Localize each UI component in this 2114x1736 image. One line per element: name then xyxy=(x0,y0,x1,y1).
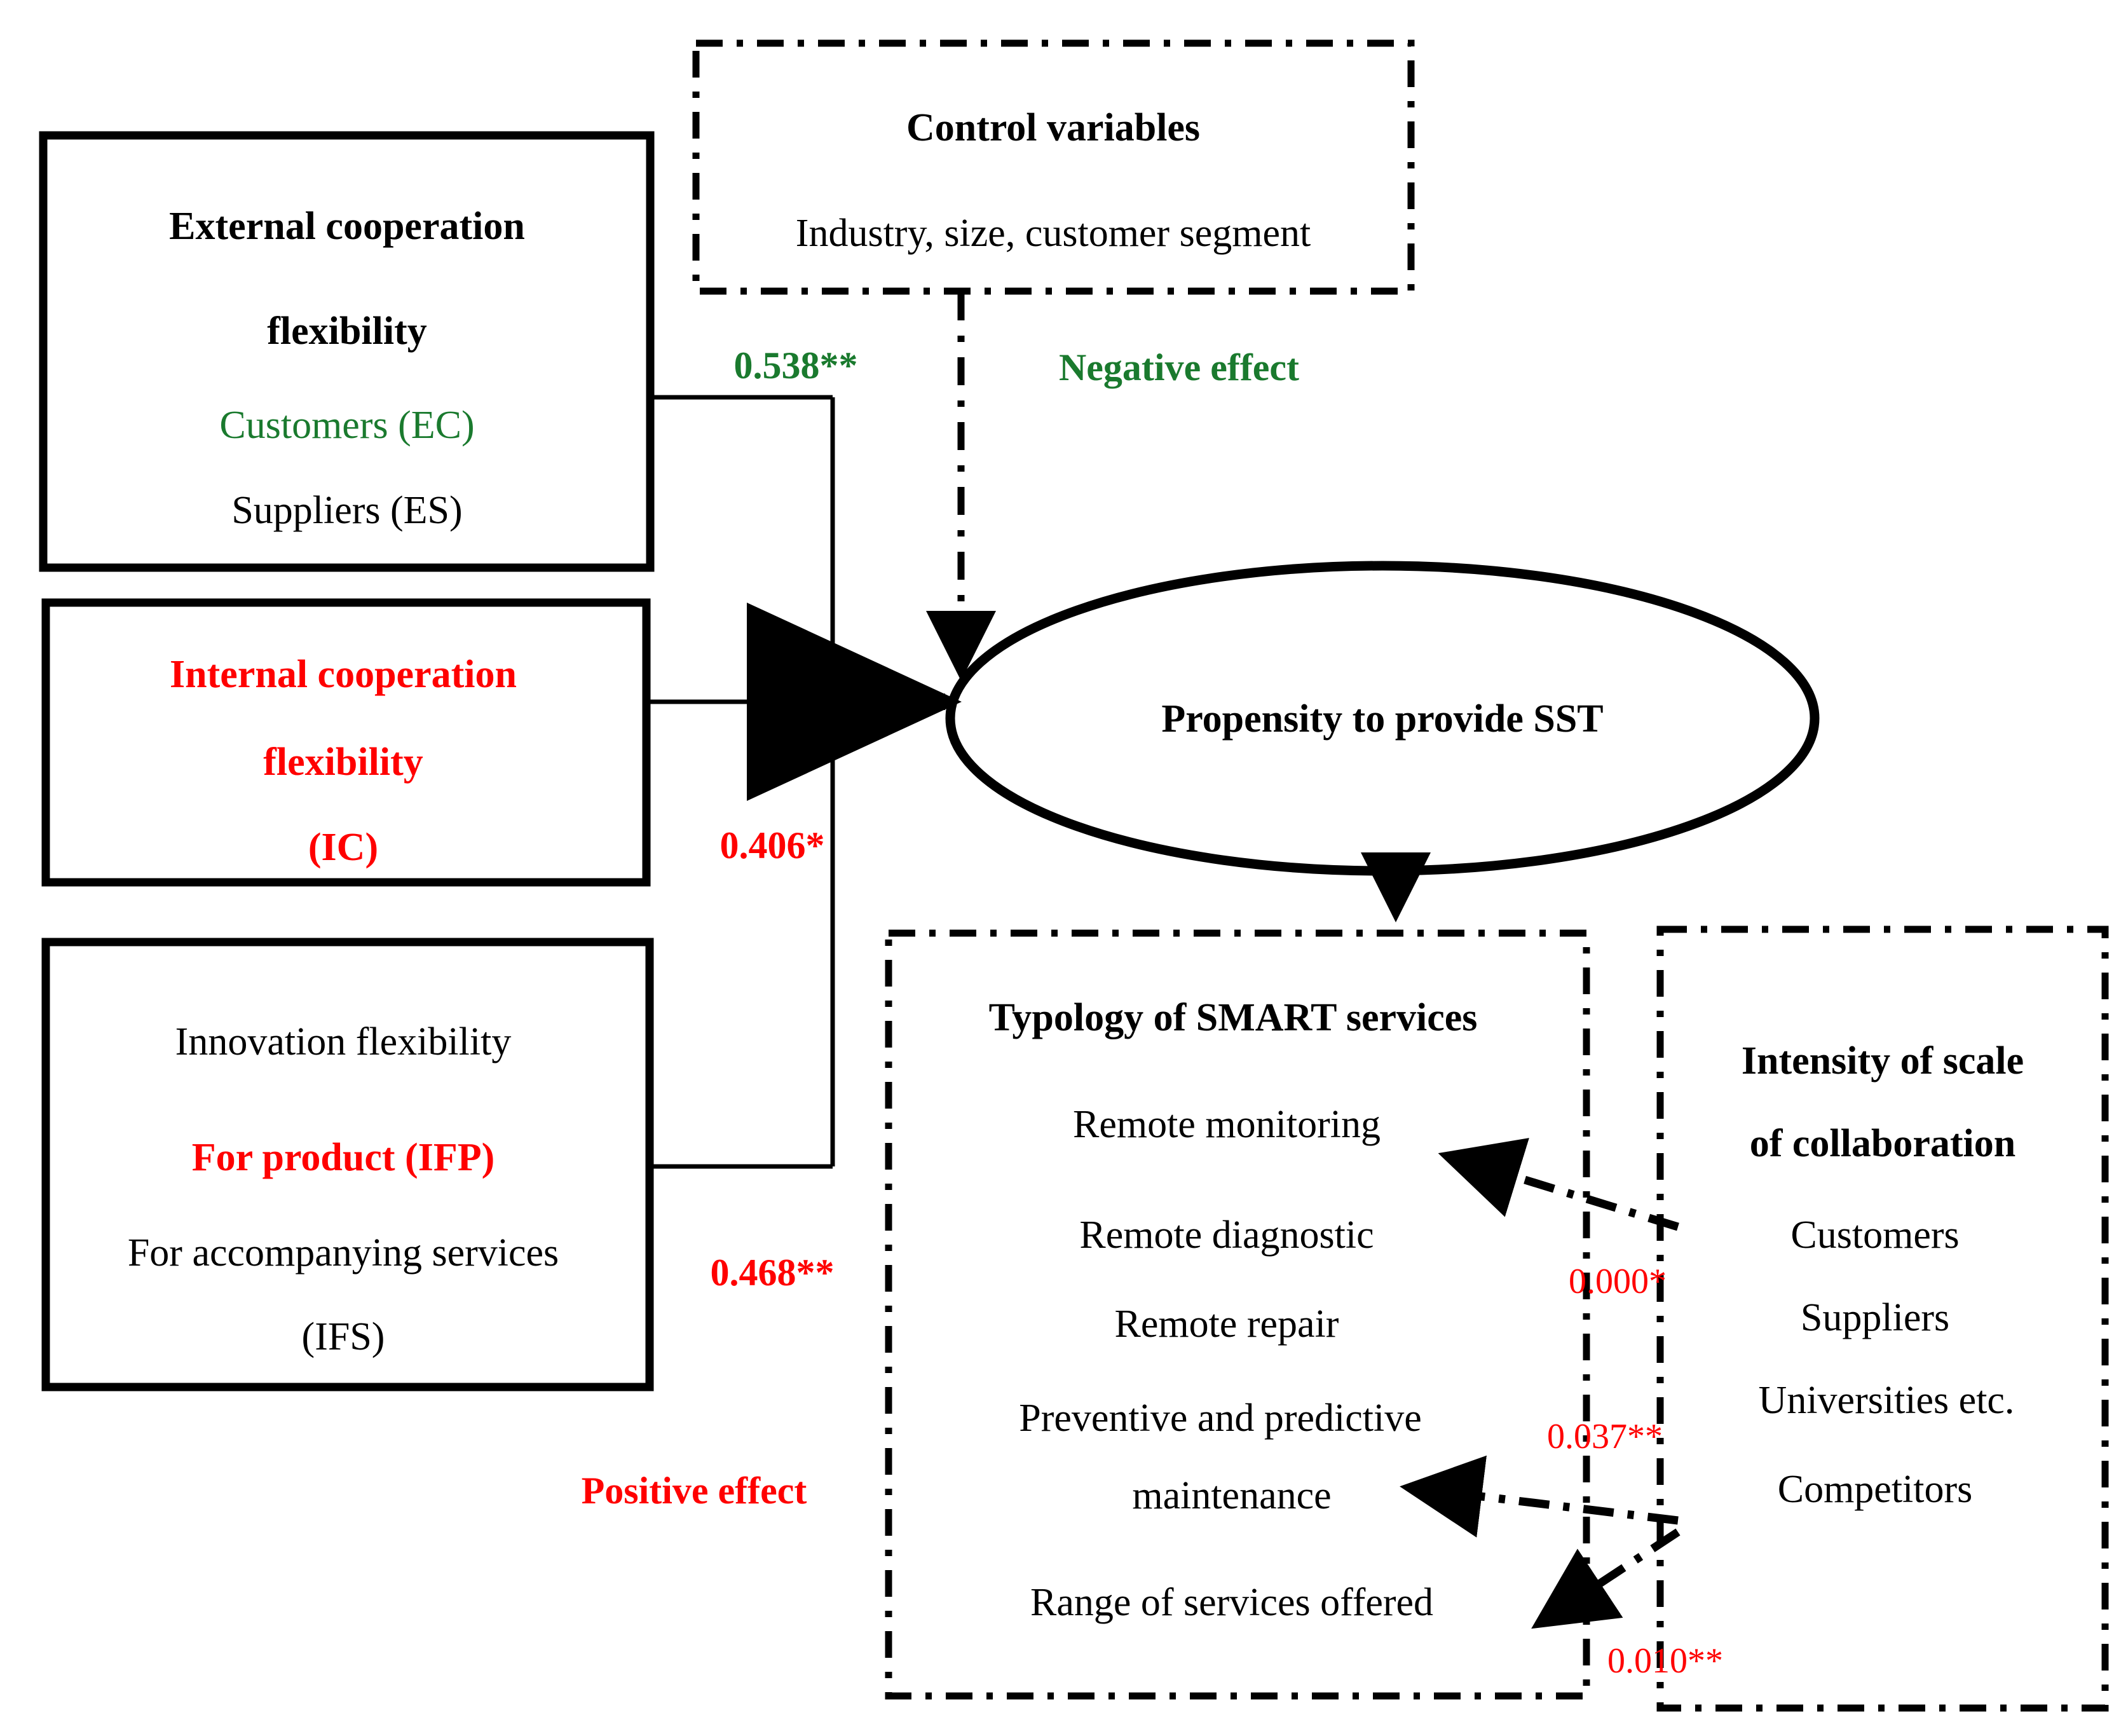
arrow-competitors-to-range-of-services xyxy=(1531,1528,1681,1629)
diagram-canvas: External cooperation flexibility Custome… xyxy=(0,0,2114,1736)
typology-item-remote-monitoring: Remote monitoring xyxy=(1073,1103,1381,1146)
intensity-item-universities: Universities etc. xyxy=(1758,1379,2015,1422)
intensity-item-customers: Customers xyxy=(1790,1213,1960,1257)
internal-cooperation-line3: (IC) xyxy=(308,826,379,869)
intensity-title-line1: Intensity of scale xyxy=(1741,1039,2024,1083)
external-cooperation-customers-ec: Customers (EC) xyxy=(219,404,475,447)
typology-item-range-of-services-offered: Range of services offered xyxy=(1030,1581,1434,1624)
internal-cooperation-line1: Internal cooperation xyxy=(170,653,517,696)
legend-negative-effect: Negative effect xyxy=(1058,346,1300,388)
control-variables-items: Industry, size, customer segment xyxy=(795,212,1311,255)
typology-item-preventive-predictive: Preventive and predictive xyxy=(1019,1397,1422,1440)
predictor-bracket xyxy=(646,395,835,1169)
intensity-item-competitors: Competitors xyxy=(1777,1468,1973,1511)
ellipse-label-propensity-to-provide-sst: Propensity to provide SST xyxy=(1161,697,1604,741)
external-cooperation-suppliers-es: Suppliers (ES) xyxy=(231,489,463,532)
arrow-competitors-to-maintenance xyxy=(1400,1455,1679,1538)
intensity-item-suppliers: Suppliers xyxy=(1800,1296,1950,1339)
pvalue-customers-to-remote-monitoring: 0.000* xyxy=(1569,1262,1667,1301)
innovation-flexibility-line1: Innovation flexibility xyxy=(175,1020,512,1063)
control-variables-title: Control variables xyxy=(906,106,1201,149)
external-cooperation-line2: flexibility xyxy=(267,310,427,353)
arrow-customers-to-remote-monitoring xyxy=(1438,1138,1679,1231)
innovation-flexibility-for-product: For product (IFP) xyxy=(191,1136,495,1179)
innovation-flexibility-for-services: For accompanying services xyxy=(127,1231,559,1275)
legend-positive-effect: Positive effect xyxy=(581,1470,807,1512)
typology-item-remote-repair: Remote repair xyxy=(1114,1302,1339,1346)
typology-item-remote-diagnostic: Remote diagnostic xyxy=(1079,1213,1374,1257)
coefficient-internal-to-sst: 0.406* xyxy=(719,824,825,866)
external-cooperation-line1: External cooperation xyxy=(169,205,525,248)
intensity-title-line2: of collaboration xyxy=(1749,1122,2016,1165)
internal-cooperation-line2: flexibility xyxy=(263,741,423,784)
typology-item-maintenance: maintenance xyxy=(1132,1474,1332,1517)
typology-title: Typology of SMART services xyxy=(988,996,1478,1039)
coefficient-innovation-to-sst: 0.468** xyxy=(710,1252,835,1294)
pvalue-competitors-to-range-of-services: 0.010** xyxy=(1607,1641,1723,1681)
coefficient-external-to-sst: 0.538** xyxy=(733,345,858,386)
innovation-flexibility-ifs: (IFS) xyxy=(301,1315,385,1358)
pvalue-competitors-to-maintenance: 0.037** xyxy=(1547,1417,1663,1456)
